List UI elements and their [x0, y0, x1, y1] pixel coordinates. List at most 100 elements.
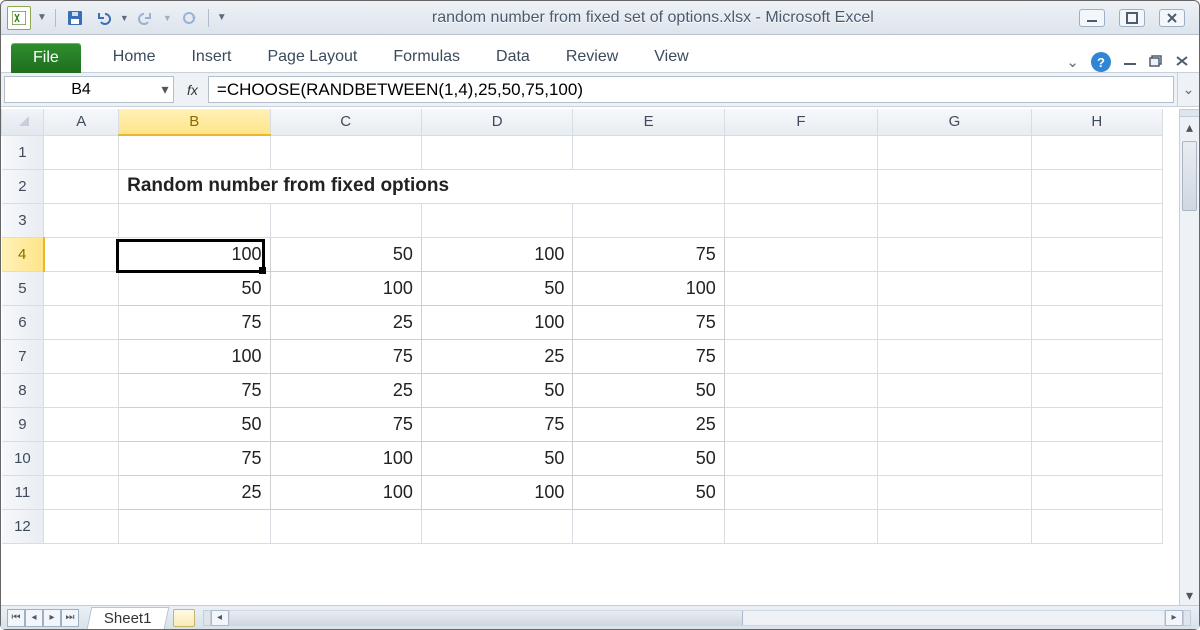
cell-F2[interactable] — [724, 169, 877, 203]
name-box[interactable]: ▾ — [4, 76, 174, 103]
cell-G2[interactable] — [878, 169, 1031, 203]
cell-F11[interactable] — [724, 475, 877, 509]
cell-A8[interactable] — [44, 373, 119, 407]
ribbon-minimize-icon[interactable]: ⌄ — [1066, 53, 1079, 71]
scroll-up-icon[interactable]: ▴ — [1180, 117, 1199, 137]
cell-C8[interactable]: 25 — [270, 373, 421, 407]
hscroll-track[interactable] — [229, 610, 1165, 626]
sheet-nav-next-icon[interactable]: ▸ — [43, 609, 61, 627]
cell-D1[interactable] — [421, 135, 572, 169]
cell-H11[interactable] — [1031, 475, 1162, 509]
cell-D6[interactable]: 100 — [421, 305, 572, 339]
scroll-left-icon[interactable]: ◂ — [211, 610, 229, 626]
cell-D4[interactable]: 100 — [421, 237, 572, 271]
save-icon[interactable] — [64, 7, 86, 29]
tab-data[interactable]: Data — [492, 42, 534, 72]
cell-B6[interactable]: 75 — [119, 305, 270, 339]
cell-H2[interactable] — [1031, 169, 1162, 203]
cell-G5[interactable] — [878, 271, 1031, 305]
cell-A12[interactable] — [44, 509, 119, 543]
redo-dropdown-icon[interactable]: ▼ — [163, 13, 172, 23]
cell-A3[interactable] — [44, 203, 119, 237]
cell-E12[interactable] — [573, 509, 724, 543]
cell-G3[interactable] — [878, 203, 1031, 237]
cell-H5[interactable] — [1031, 271, 1162, 305]
cell-B9[interactable]: 50 — [119, 407, 270, 441]
cell-A2[interactable] — [44, 169, 119, 203]
cell-H3[interactable] — [1031, 203, 1162, 237]
workbook-restore-icon[interactable] — [1149, 54, 1163, 70]
cell-F4[interactable] — [724, 237, 877, 271]
tab-home[interactable]: Home — [109, 42, 160, 72]
cell-D11[interactable]: 100 — [421, 475, 572, 509]
cell-E6[interactable]: 75 — [573, 305, 724, 339]
row-header-6[interactable]: 6 — [2, 305, 44, 339]
tab-formulas[interactable]: Formulas — [389, 42, 464, 72]
maximize-button[interactable] — [1119, 9, 1145, 27]
vscroll-track[interactable] — [1180, 137, 1199, 585]
cell-B7[interactable]: 100 — [119, 339, 270, 373]
cell-C10[interactable]: 100 — [270, 441, 421, 475]
workbook-minimize-icon[interactable] — [1123, 54, 1137, 70]
cell-A1[interactable] — [44, 135, 119, 169]
cell-C9[interactable]: 75 — [270, 407, 421, 441]
spreadsheet-grid[interactable]: A B C D E F G H 12Random number from fix… — [1, 109, 1163, 544]
cell-H12[interactable] — [1031, 509, 1162, 543]
cell-G1[interactable] — [878, 135, 1031, 169]
horizontal-scrollbar[interactable]: ◂ ▸ — [203, 610, 1191, 626]
select-all-corner[interactable] — [2, 109, 44, 135]
cell-E10[interactable]: 50 — [573, 441, 724, 475]
cell-H8[interactable] — [1031, 373, 1162, 407]
cell-D8[interactable]: 50 — [421, 373, 572, 407]
tab-view[interactable]: View — [650, 42, 692, 72]
cell-F3[interactable] — [724, 203, 877, 237]
cell-E9[interactable]: 25 — [573, 407, 724, 441]
cell-E3[interactable] — [573, 203, 724, 237]
help-icon[interactable]: ? — [1091, 52, 1111, 72]
repeat-icon[interactable] — [178, 7, 200, 29]
tab-review[interactable]: Review — [562, 42, 622, 72]
cell-A10[interactable] — [44, 441, 119, 475]
col-header-b[interactable]: B — [119, 109, 270, 135]
name-box-dropdown-icon[interactable]: ▾ — [157, 81, 173, 98]
workbook-close-icon[interactable] — [1175, 54, 1189, 70]
cell-H6[interactable] — [1031, 305, 1162, 339]
cell-C11[interactable]: 100 — [270, 475, 421, 509]
name-box-input[interactable] — [5, 81, 157, 99]
cell-F6[interactable] — [724, 305, 877, 339]
vertical-scrollbar[interactable]: ▴ ▾ — [1179, 109, 1199, 605]
cell-C5[interactable]: 100 — [270, 271, 421, 305]
minimize-button[interactable] — [1079, 9, 1105, 27]
cell-E8[interactable]: 50 — [573, 373, 724, 407]
cell-D12[interactable] — [421, 509, 572, 543]
cell-E7[interactable]: 75 — [573, 339, 724, 373]
cell-B10[interactable]: 75 — [119, 441, 270, 475]
cell-C6[interactable]: 25 — [270, 305, 421, 339]
cell-D5[interactable]: 50 — [421, 271, 572, 305]
split-handle-top[interactable] — [1180, 109, 1199, 117]
tab-page-layout[interactable]: Page Layout — [263, 42, 361, 72]
cell-A6[interactable] — [44, 305, 119, 339]
undo-dropdown-icon[interactable]: ▼ — [120, 13, 129, 23]
row-header-7[interactable]: 7 — [2, 339, 44, 373]
sheet-nav-last-icon[interactable]: ⏭ — [61, 609, 79, 627]
column-headers[interactable]: A B C D E F G H — [2, 109, 1163, 135]
cell-C12[interactable] — [270, 509, 421, 543]
hscroll-thumb[interactable] — [230, 611, 744, 625]
cell-E11[interactable]: 50 — [573, 475, 724, 509]
cell-H1[interactable] — [1031, 135, 1162, 169]
row-header-10[interactable]: 10 — [2, 441, 44, 475]
fx-icon[interactable]: fx — [187, 82, 198, 98]
sheet-nav-prev-icon[interactable]: ◂ — [25, 609, 43, 627]
file-tab[interactable]: File — [11, 43, 81, 73]
row-header-1[interactable]: 1 — [2, 135, 44, 169]
undo-icon[interactable] — [92, 7, 114, 29]
row-header-8[interactable]: 8 — [2, 373, 44, 407]
formula-bar-expand-icon[interactable]: ⌄ — [1177, 73, 1199, 106]
cell-B3[interactable] — [119, 203, 270, 237]
col-header-f[interactable]: F — [724, 109, 877, 135]
cell-G10[interactable] — [878, 441, 1031, 475]
cell-D7[interactable]: 25 — [421, 339, 572, 373]
col-header-c[interactable]: C — [270, 109, 421, 135]
cell-A9[interactable] — [44, 407, 119, 441]
